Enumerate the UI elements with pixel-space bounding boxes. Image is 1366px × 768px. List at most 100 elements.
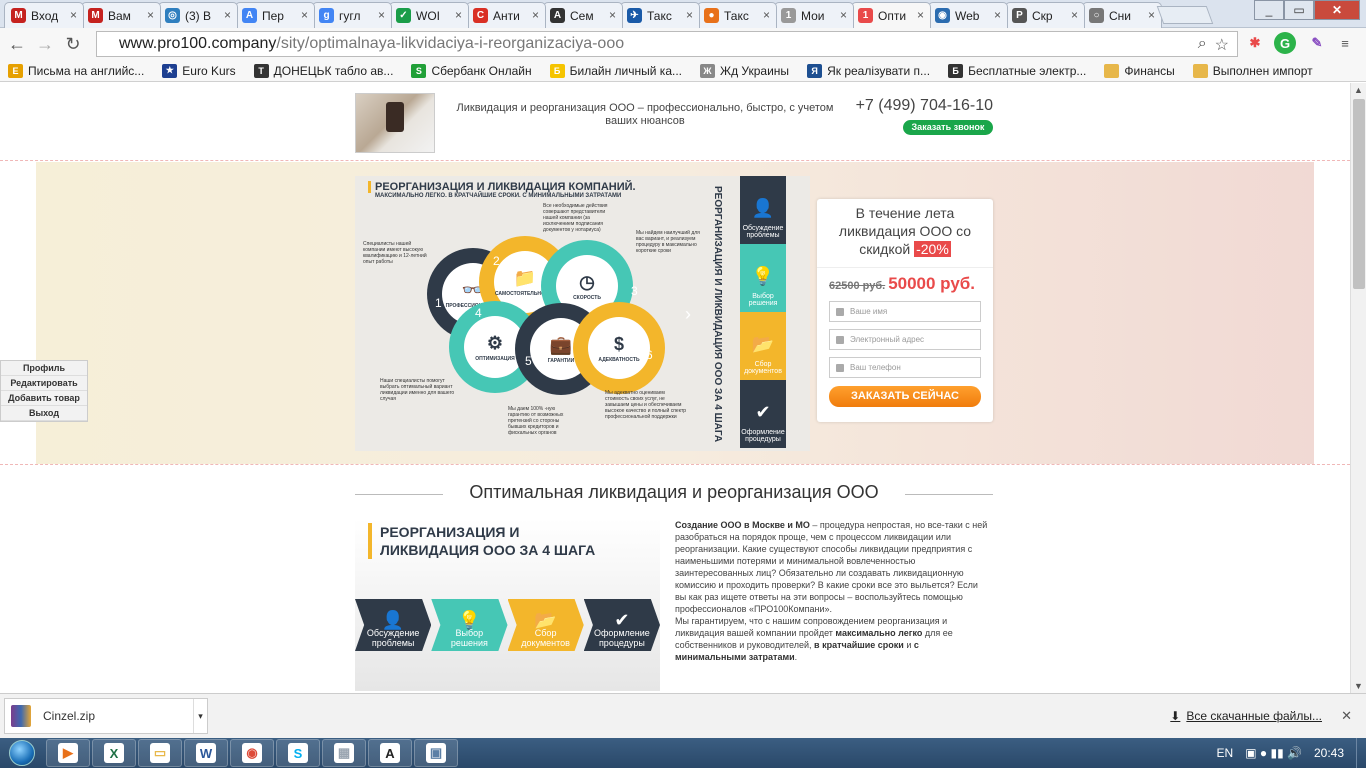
- phone-field[interactable]: Ваш телефон: [829, 357, 981, 378]
- browser-tab[interactable]: ✓ WOI ×: [389, 2, 469, 28]
- bookmark-item[interactable]: S Сбербанк Онлайн: [411, 63, 532, 78]
- tab-close-icon[interactable]: ×: [378, 8, 385, 22]
- menu-icon[interactable]: ≡: [1334, 32, 1356, 54]
- slider-next-arrow[interactable]: ›: [685, 304, 691, 325]
- tab-close-icon[interactable]: ×: [840, 8, 847, 22]
- scrollbar-thumb[interactable]: [1353, 99, 1365, 289]
- browser-tab[interactable]: ✈ Такс ×: [620, 2, 700, 28]
- tab-favicon-icon: 1: [858, 8, 873, 23]
- taskbar-app[interactable]: ▣: [414, 739, 458, 767]
- tab-close-icon[interactable]: ×: [686, 8, 693, 22]
- taskbar-app[interactable]: ◉: [230, 739, 274, 767]
- email-field[interactable]: Электронный адрес: [829, 329, 981, 350]
- tab-close-icon[interactable]: ×: [763, 8, 770, 22]
- browser-tab[interactable]: A Пер ×: [235, 2, 315, 28]
- app-icon: A: [380, 743, 400, 763]
- bookmark-item[interactable]: Финансы: [1104, 63, 1175, 78]
- url-path: /sity/optimalnaya-likvidaciya-i-reorgani…: [276, 35, 625, 52]
- tab-close-icon[interactable]: ×: [455, 8, 462, 22]
- pen-extension-icon[interactable]: ✎: [1306, 32, 1328, 54]
- start-button[interactable]: [0, 738, 44, 768]
- scroll-up-icon[interactable]: ▲: [1354, 85, 1363, 95]
- browser-tab[interactable]: C Анти ×: [466, 2, 546, 28]
- menu-item-profile[interactable]: Профиль: [1, 361, 87, 376]
- language-indicator[interactable]: EN: [1217, 746, 1234, 760]
- browser-tab[interactable]: P Скр ×: [1005, 2, 1085, 28]
- tab-close-icon[interactable]: ×: [147, 8, 154, 22]
- tab-close-icon[interactable]: ×: [917, 8, 924, 22]
- name-field[interactable]: Ваше имя: [829, 301, 981, 322]
- close-shelf-icon[interactable]: ✕: [1341, 708, 1352, 724]
- bookmark-star-icon[interactable]: ☆: [1215, 35, 1229, 55]
- tab-close-icon[interactable]: ×: [1071, 8, 1078, 22]
- taskbar-app[interactable]: W: [184, 739, 228, 767]
- bookmark-item[interactable]: Т ДОНЕЦЬК табло ав...: [253, 63, 393, 78]
- tab-close-icon[interactable]: ×: [994, 8, 1001, 22]
- new-tab-button[interactable]: [1156, 6, 1214, 24]
- taskbar-app[interactable]: ▭: [138, 739, 182, 767]
- taskbar-app[interactable]: ▦: [322, 739, 366, 767]
- site-phone[interactable]: +7 (499) 704-16-10: [856, 97, 993, 115]
- browser-tab[interactable]: M Вход ×: [4, 2, 84, 28]
- show-desktop-button[interactable]: [1356, 738, 1366, 768]
- menu-item-add-product[interactable]: Добавить товар: [1, 391, 87, 406]
- order-now-button[interactable]: ЗАКАЗАТЬ СЕЙЧАС: [829, 386, 981, 407]
- reload-button[interactable]: ↻: [59, 30, 87, 58]
- bookmark-item[interactable]: Я Як реалізувати п...: [807, 63, 930, 78]
- tab-close-icon[interactable]: ×: [224, 8, 231, 22]
- tab-favicon-icon: M: [11, 8, 26, 23]
- taskbar-app[interactable]: S: [276, 739, 320, 767]
- taskbar-app[interactable]: ▶: [46, 739, 90, 767]
- grammar-extension-icon[interactable]: G: [1274, 32, 1296, 54]
- tray-icons[interactable]: ▣ ● ▮▮ 🔊: [1245, 746, 1302, 760]
- user-icon: [836, 307, 844, 316]
- download-item[interactable]: Cinzel.zip ▾: [4, 698, 208, 734]
- back-button[interactable]: ←: [3, 30, 31, 58]
- bookmark-item[interactable]: ★ Euro Kurs: [162, 63, 236, 78]
- taskbar-app[interactable]: A: [368, 739, 412, 767]
- page-scrollbar[interactable]: ▲ ▼: [1350, 83, 1366, 693]
- bookmark-item[interactable]: Ж Жд Украины: [700, 63, 789, 78]
- clock[interactable]: 20:43: [1314, 746, 1344, 760]
- article-text: Создание ООО в Москве и МО – процедура н…: [675, 519, 990, 663]
- scroll-down-icon[interactable]: ▼: [1354, 681, 1363, 691]
- tab-close-icon[interactable]: ×: [609, 8, 616, 22]
- download-menu-caret[interactable]: ▾: [193, 699, 207, 733]
- tab-close-icon[interactable]: ×: [1148, 8, 1155, 22]
- process-step: 💡 Выбор решения: [740, 244, 786, 312]
- tab-close-icon[interactable]: ×: [532, 8, 539, 22]
- browser-tab[interactable]: g гугл ×: [312, 2, 392, 28]
- browser-tab[interactable]: ○ Сни ×: [1082, 2, 1162, 28]
- benefit-icon: ⚙: [486, 332, 504, 353]
- bookmark-item[interactable]: E Письма на английс...: [8, 63, 144, 78]
- bookmark-item[interactable]: Б Билайн личный ка...: [549, 63, 682, 78]
- callback-button[interactable]: Заказать звонок: [903, 120, 993, 135]
- all-downloads-link[interactable]: ⬇ Все скачанные файлы...: [1170, 709, 1322, 723]
- banner-step-label: проблемы: [371, 638, 415, 648]
- tab-title: Мои: [801, 8, 825, 23]
- promo-line: В течение лета ликвидация ООО со скидкой: [838, 205, 972, 257]
- menu-item-logout[interactable]: Выход: [1, 406, 87, 421]
- browser-tab[interactable]: 1 Мои ×: [774, 2, 854, 28]
- tab-close-icon[interactable]: ×: [301, 8, 308, 22]
- browser-tab[interactable]: A Сем ×: [543, 2, 623, 28]
- browser-tab[interactable]: ◎ (3) В ×: [158, 2, 238, 28]
- bookmark-item[interactable]: Выполнен импорт: [1192, 63, 1313, 78]
- tab-favicon-icon: ◎: [165, 8, 180, 23]
- tab-close-icon[interactable]: ×: [70, 8, 77, 22]
- browser-tab[interactable]: ◉ Web ×: [928, 2, 1008, 28]
- forward-button[interactable]: →: [31, 30, 59, 58]
- taskbar-app[interactable]: X: [92, 739, 136, 767]
- bookmark-item[interactable]: Б Бесплатные электр...: [948, 63, 1086, 78]
- browser-tab[interactable]: 1 Опти ×: [851, 2, 931, 28]
- address-bar[interactable]: www.pro100.company/sity/optimalnaya-likv…: [96, 31, 1238, 57]
- browser-tab[interactable]: M Вам ×: [81, 2, 161, 28]
- minimize-button[interactable]: _: [1254, 0, 1284, 20]
- menu-item-edit[interactable]: Редактировать: [1, 376, 87, 391]
- browser-tab[interactable]: ● Такс ×: [697, 2, 777, 28]
- search-icon[interactable]: ⌕: [1198, 35, 1207, 55]
- close-window-button[interactable]: ✕: [1314, 0, 1360, 20]
- bookmark-label: Выполнен импорт: [1212, 63, 1313, 78]
- extension-icon[interactable]: ✱: [1244, 32, 1266, 54]
- maximize-button[interactable]: ▭: [1284, 0, 1314, 20]
